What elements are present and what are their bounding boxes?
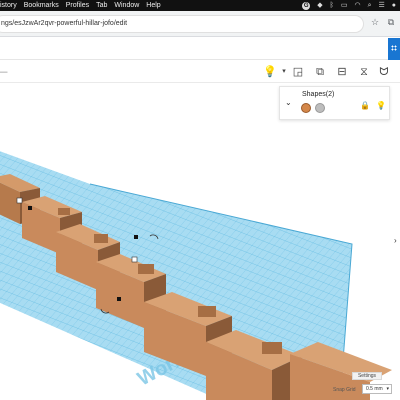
chevron-right-icon[interactable]: ›: [394, 236, 397, 245]
snap-grid-select[interactable]: 0.5 mm ▾: [362, 384, 392, 394]
battery-icon[interactable]: ▭: [341, 0, 348, 11]
mac-menu-bar: istory Bookmarks Profiles Tab Window Hel…: [0, 0, 400, 11]
dropbox-icon[interactable]: ◆: [317, 0, 322, 11]
editor-header: [0, 38, 400, 60]
hole-color-swatch[interactable]: [315, 103, 325, 113]
browser-toolbar: ngs/esJzwAr2qvr-powerful-hillar-jofo/edi…: [0, 11, 400, 37]
shapes-inspector: ⌄ Shapes(2) 🔒 💡: [279, 86, 390, 120]
menu-status-area: G ◆ ᛒ ▭ ◠ ⌕ ☰ ●: [302, 0, 396, 11]
editor-toolbar: — 💡 ▾ ◲ ⧉ ⊟ ⧖ ᗢ: [0, 61, 400, 83]
shapes-title: Shapes(2): [302, 91, 335, 98]
apps-grid-button[interactable]: [388, 38, 400, 60]
search-icon[interactable]: ⌕: [368, 0, 372, 11]
toolbar-edge-icon: —: [0, 64, 10, 80]
note-icon[interactable]: ◲: [290, 64, 306, 80]
browser-actions: ☆ ⧉: [370, 17, 396, 27]
settings-button[interactable]: Settings: [352, 372, 382, 380]
grid-icon: [391, 45, 397, 51]
lock-icon[interactable]: 🔒: [360, 101, 370, 110]
selection-handle[interactable]: [131, 256, 138, 263]
snap-grid-label: Snap Grid: [333, 387, 356, 393]
google-icon[interactable]: G: [302, 1, 311, 10]
workplane-viewport[interactable]: Workpl: [0, 84, 400, 400]
solid-color-swatch[interactable]: [301, 103, 311, 113]
selection-handle[interactable]: [16, 197, 23, 204]
address-bar[interactable]: ngs/esJzwAr2qvr-powerful-hillar-jofo/edi…: [0, 15, 364, 33]
chevron-down-icon: ▾: [386, 386, 389, 392]
menu-profiles[interactable]: Profiles: [66, 2, 89, 9]
chevron-down-icon[interactable]: ⌄: [285, 98, 292, 107]
selection-handle[interactable]: [117, 297, 121, 301]
menu-bookmarks[interactable]: Bookmarks: [24, 2, 59, 9]
extensions-icon[interactable]: ⧉: [386, 17, 396, 27]
cruise-icon[interactable]: ᗢ: [376, 64, 392, 80]
scene-svg[interactable]: Workpl: [0, 84, 400, 400]
profile-icon[interactable]: ●: [392, 0, 396, 11]
wifi-icon[interactable]: ◠: [354, 0, 360, 11]
lightbulb-icon[interactable]: 💡: [376, 101, 386, 110]
menu-help[interactable]: Help: [146, 2, 160, 9]
snap-grid-value: 0.5 mm: [366, 386, 383, 392]
selection-handle[interactable]: [28, 206, 32, 210]
group-icon[interactable]: ⧉: [312, 64, 328, 80]
menu-history[interactable]: istory: [0, 2, 17, 9]
bluetooth-icon[interactable]: ᛒ: [330, 0, 334, 11]
menu-items: istory Bookmarks Profiles Tab Window Hel…: [0, 2, 161, 9]
control-center-icon[interactable]: ☰: [378, 0, 384, 11]
align-icon[interactable]: ⊟: [334, 64, 350, 80]
menu-tab[interactable]: Tab: [96, 2, 107, 9]
selection-handle[interactable]: [134, 235, 138, 239]
star-icon[interactable]: ☆: [370, 17, 380, 27]
mirror-icon[interactable]: ⧖: [356, 64, 372, 80]
menu-window[interactable]: Window: [114, 2, 139, 9]
